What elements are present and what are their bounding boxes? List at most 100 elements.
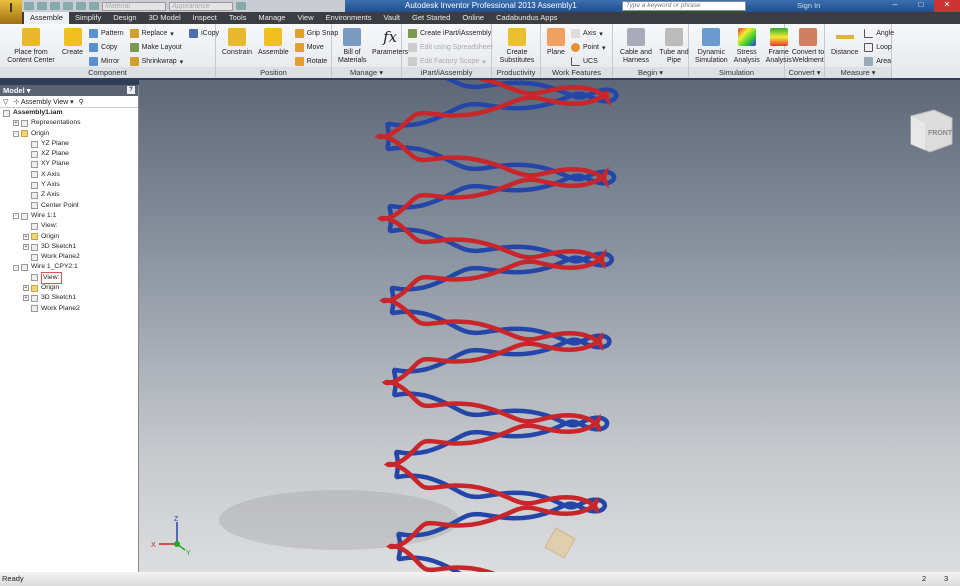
tab-assemble[interactable]: Assemble	[24, 12, 69, 24]
expand-toggle[interactable]: +	[13, 120, 19, 127]
expand-toggle[interactable]: +	[23, 233, 29, 240]
work-plane[interactable]	[544, 527, 576, 559]
plane-icon	[547, 28, 565, 46]
group-label[interactable]: Convert ▾	[785, 67, 824, 78]
close-button[interactable]: ✕	[934, 0, 960, 12]
fx-icon: fx	[383, 28, 398, 46]
tree-node[interactable]: + Origin	[0, 283, 138, 293]
tree-node-label: Work Plane2	[41, 304, 80, 312]
appearance-combo[interactable]: Appearance	[169, 1, 233, 11]
tree-node[interactable]: - Wire 1_CPY2:1	[0, 262, 138, 272]
tree-node[interactable]: - Wire 1:1	[0, 211, 138, 221]
status-count-1: 2	[922, 574, 927, 583]
spreadsheet-icon	[408, 43, 417, 52]
tree-node[interactable]: + Origin	[0, 232, 138, 242]
tree-node[interactable]: YZ Plane	[0, 139, 138, 149]
tree-node[interactable]: +3D Sketch1	[0, 242, 138, 252]
fx-icon[interactable]	[236, 2, 246, 10]
icopy-button[interactable]: iCopy	[189, 28, 219, 39]
ucs-button[interactable]: UCS	[571, 56, 605, 67]
copy-button[interactable]: Copy	[89, 42, 124, 53]
graphics-viewport[interactable]: FRONT Z X Y	[139, 12, 960, 586]
tube-icon	[665, 28, 683, 46]
tree-node[interactable]: Work Plane2	[0, 304, 138, 314]
expand-toggle[interactable]: -	[13, 264, 19, 271]
tab-vault[interactable]: Vault	[377, 12, 406, 24]
loop-button[interactable]: Loop	[864, 42, 894, 53]
app-logo[interactable]: I	[0, 0, 22, 24]
tab-cadabundus-apps[interactable]: Cadabundus Apps	[490, 12, 563, 24]
tree-node[interactable]: View:	[0, 221, 138, 231]
label: Make Layout	[141, 44, 182, 51]
point-button[interactable]: Point ▾	[571, 42, 605, 53]
tree-node-label: Y Axis	[41, 181, 60, 189]
tab-manage[interactable]: Manage	[252, 12, 291, 24]
tab-design[interactable]: Design	[107, 12, 142, 24]
group-label[interactable]: Begin ▾	[613, 67, 688, 78]
helix-model[interactable]	[139, 12, 960, 586]
tab-environments[interactable]: Environments	[320, 12, 378, 24]
tree-node[interactable]: X Axis	[0, 170, 138, 180]
group-label: Productivity	[492, 67, 540, 78]
label: Assembly View	[20, 98, 69, 106]
make-layout-button[interactable]: Make Layout	[129, 42, 184, 53]
group-label[interactable]: Measure ▾	[825, 67, 891, 78]
tree-node[interactable]: View:	[0, 271, 138, 285]
expand-toggle[interactable]: -	[13, 213, 19, 220]
filter-icon[interactable]: ▽	[3, 98, 8, 106]
node-icon	[31, 140, 38, 148]
maximize-button[interactable]: □	[908, 0, 934, 12]
tree-node[interactable]: +3D Sketch1	[0, 293, 138, 303]
expand-toggle[interactable]: +	[23, 285, 29, 292]
mirror-button[interactable]: Mirror	[89, 56, 124, 67]
edit-factory-scope-button[interactable]: Edit Factory Scope ▾	[408, 56, 492, 67]
help-icon[interactable]: ?	[127, 86, 135, 94]
assembly-view-dropdown[interactable]: ⊹ Assembly View ▾	[13, 98, 73, 106]
cable-icon	[627, 28, 645, 46]
edit-spreadsheet-button[interactable]: Edit using Spreadsheet	[408, 42, 492, 53]
redo-icon[interactable]	[63, 2, 73, 10]
return-icon[interactable]	[89, 2, 99, 10]
label: Convert	[788, 68, 815, 77]
angle-button[interactable]: Angle	[864, 28, 894, 39]
tree-node[interactable]: Center Point	[0, 201, 138, 211]
material-combo[interactable]: Material	[102, 1, 166, 11]
tree-node[interactable]: Y Axis	[0, 180, 138, 190]
tab-tools[interactable]: Tools	[223, 12, 253, 24]
tree-node[interactable]: Z Axis	[0, 190, 138, 200]
tab-inspect[interactable]: Inspect	[187, 12, 223, 24]
node-icon	[31, 294, 38, 302]
tab-simplify[interactable]: Simplify	[69, 12, 107, 24]
find-icon[interactable]: ⚲	[79, 98, 84, 106]
tree-node[interactable]: - Origin	[0, 129, 138, 139]
tab-3d-model[interactable]: 3D Model	[143, 12, 187, 24]
tab-online[interactable]: Online	[456, 12, 490, 24]
create-ipart-button[interactable]: Create iPart/iAssembly	[408, 28, 492, 39]
tree-node[interactable]: Work Plane2	[0, 252, 138, 262]
area-button[interactable]: Area	[864, 56, 894, 67]
open-icon[interactable]	[37, 2, 47, 10]
tree-node[interactable]: Assembly1.iam	[0, 108, 138, 118]
browser-header[interactable]: Model ▾?	[0, 85, 138, 96]
tree-node[interactable]: + Representations	[0, 118, 138, 128]
save-icon[interactable]	[76, 2, 86, 10]
new-icon[interactable]	[24, 2, 34, 10]
minimize-button[interactable]: –	[882, 0, 908, 12]
shrinkwrap-button[interactable]: Shrinkwrap ▾	[129, 56, 183, 67]
pattern-button[interactable]: Pattern	[89, 28, 124, 39]
search-input[interactable]: Type a keyword or phrase	[622, 1, 746, 11]
sign-in-link[interactable]: Sign In	[797, 1, 820, 10]
group-label[interactable]: Manage ▾	[332, 67, 401, 78]
tree-node[interactable]: XY Plane	[0, 159, 138, 169]
undo-icon[interactable]	[50, 2, 60, 10]
tab-get-started[interactable]: Get Started	[406, 12, 456, 24]
axis-button[interactable]: Axis ▾	[571, 28, 605, 39]
viewcube[interactable]: FRONT	[908, 106, 954, 154]
tab-view[interactable]: View	[291, 12, 319, 24]
tree-node[interactable]: XZ Plane	[0, 149, 138, 159]
replace-button[interactable]: Replace ▾	[129, 28, 184, 39]
viewcube-front-label[interactable]: FRONT	[928, 130, 952, 138]
expand-toggle[interactable]: +	[23, 244, 29, 250]
expand-toggle[interactable]: +	[23, 295, 29, 302]
expand-toggle[interactable]: -	[13, 130, 19, 137]
